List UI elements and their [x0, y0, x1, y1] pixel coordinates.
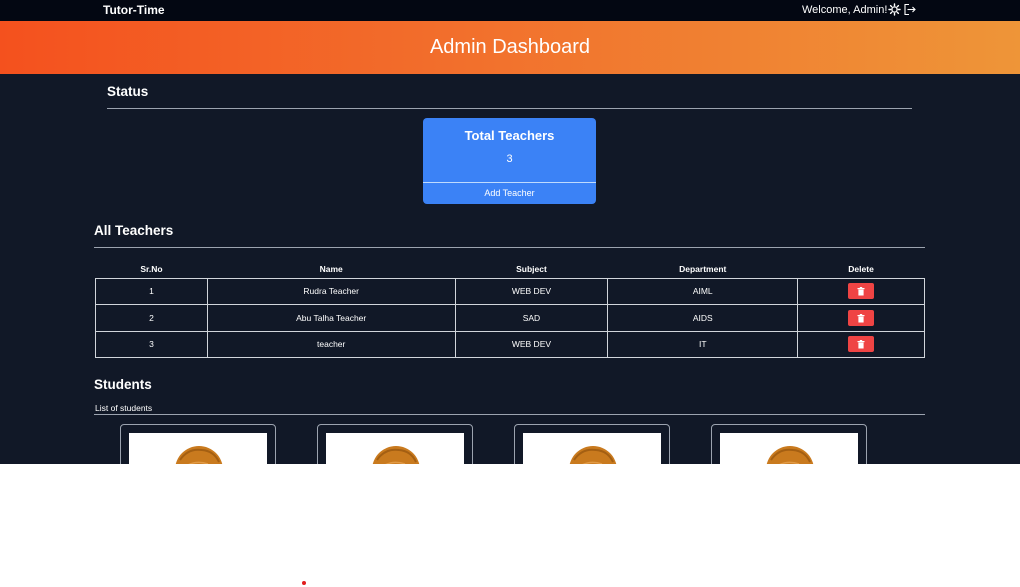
stat-title: Total Teachers — [464, 128, 555, 143]
stat-value: 3 — [506, 153, 513, 165]
cell-name: Rudra Teacher — [206, 277, 456, 305]
cell-srno: 3 — [95, 330, 208, 358]
cell-delete — [797, 277, 925, 305]
cell-delete — [797, 304, 925, 332]
cell-subject: WEB DEV — [454, 277, 609, 305]
student-card[interactable] — [514, 424, 670, 464]
cell-name: Abu Talha Teacher — [206, 304, 456, 332]
cell-srno: 2 — [95, 304, 208, 332]
status-heading: Status — [107, 84, 149, 99]
trash-icon — [857, 287, 865, 296]
trash-icon — [857, 340, 865, 349]
total-teachers-card: Total Teachers 3 Add Teacher — [423, 118, 596, 204]
student-photo — [523, 433, 661, 464]
table-row: 1 Rudra Teacher WEB DEV AIML — [95, 277, 925, 305]
cell-subject: SAD — [454, 304, 609, 332]
status-divider — [107, 108, 912, 109]
app-root: Tutor-Time Welcome, Admin! Admin Dashboa… — [0, 0, 1020, 464]
cell-srno: 1 — [95, 277, 208, 305]
students-heading: Students — [94, 377, 152, 392]
column-header-subject: Subject — [516, 263, 547, 274]
table-row: 2 Abu Talha Teacher SAD AIDS — [95, 304, 925, 332]
trash-icon — [857, 313, 865, 323]
cell-department: AIDS — [607, 304, 799, 332]
column-header-delete: Delete — [848, 263, 874, 274]
avatar-icon — [372, 446, 420, 464]
column-header-name: Name — [319, 263, 343, 274]
students-divider — [94, 414, 925, 415]
student-photo — [326, 433, 464, 464]
brand-logo[interactable]: Tutor-Time — [103, 3, 165, 17]
cursor-dot — [302, 581, 306, 585]
page-title: Admin Dashboard — [429, 36, 591, 58]
dashboard-banner: Admin Dashboard — [0, 21, 1020, 74]
cell-subject: WEB DEV — [454, 330, 609, 358]
add-teacher-link[interactable]: Add Teacher — [423, 188, 596, 198]
stat-divider — [423, 182, 596, 183]
cell-department: IT — [607, 330, 799, 358]
logout-icon[interactable] — [903, 3, 916, 16]
delete-button[interactable] — [848, 283, 875, 300]
cell-delete — [797, 330, 925, 358]
students-subheading: List of students — [95, 403, 153, 413]
table-row: 3 teacher WEB DEV IT — [95, 330, 925, 358]
column-header-srno: Sr.No — [140, 263, 163, 274]
teachers-table: Sr.No Name Subject Department Delete 1 R… — [95, 260, 925, 358]
student-card[interactable] — [711, 424, 867, 464]
welcome-text: Welcome, Admin! — [802, 4, 888, 16]
avatar-icon — [569, 446, 617, 464]
cell-name: teacher — [206, 330, 456, 358]
table-header-row: Sr.No Name Subject Department Delete — [96, 260, 925, 278]
gear-icon[interactable] — [888, 3, 901, 16]
delete-button[interactable] — [848, 336, 875, 353]
student-photo — [129, 433, 267, 464]
avatar-icon — [766, 446, 814, 464]
delete-button[interactable] — [848, 309, 875, 326]
student-card[interactable] — [120, 424, 276, 464]
avatar-icon — [175, 446, 223, 464]
all-teachers-heading: All Teachers — [94, 223, 174, 238]
teachers-divider — [94, 247, 925, 248]
student-photo — [720, 433, 858, 464]
student-card[interactable] — [317, 424, 473, 464]
navbar: Tutor-Time Welcome, Admin! — [0, 0, 1020, 21]
column-header-department: Department — [679, 263, 727, 274]
cell-department: AIML — [607, 277, 799, 305]
